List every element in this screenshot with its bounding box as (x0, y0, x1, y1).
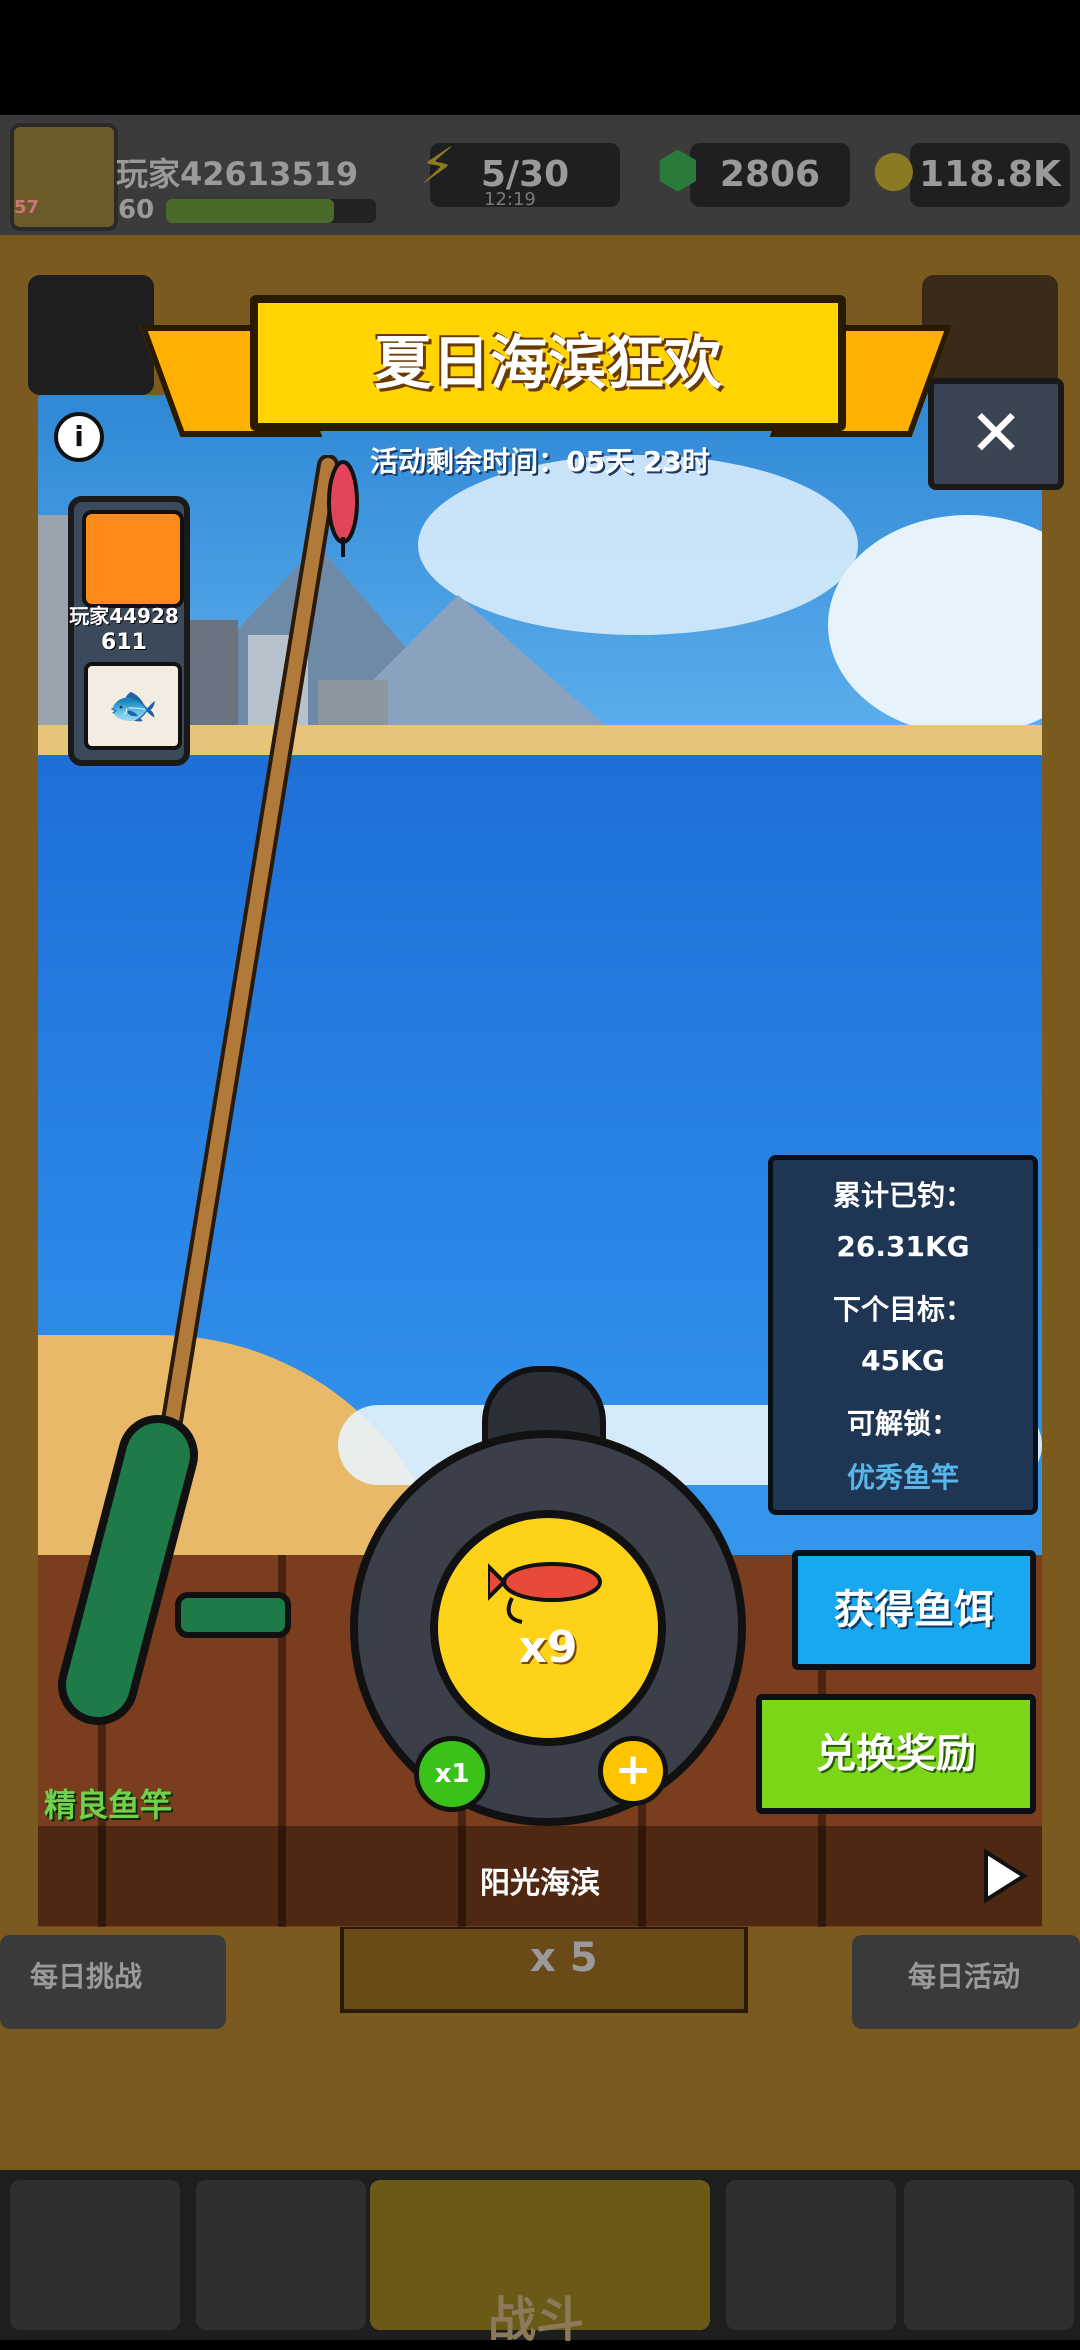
fish-book-icon: 🐟 (84, 662, 182, 750)
tab-evolution[interactable] (904, 2180, 1074, 2330)
xp-bar (166, 199, 376, 223)
multiplier-button[interactable]: x1 (414, 1736, 490, 1812)
status-bar (0, 0, 1080, 115)
location-name: 阳光海滨 (480, 1866, 600, 1901)
tab-talents[interactable] (726, 2180, 896, 2330)
coin-icon: ● (872, 139, 916, 197)
info-icon: i (74, 420, 84, 453)
target-label: 下个目标： (832, 1293, 973, 1326)
caught-value: 26.31KG (836, 1230, 970, 1263)
energy-timer: 12:19 (484, 189, 536, 210)
xp-fill (166, 199, 334, 223)
target-value: 45KG (861, 1344, 945, 1377)
event-timer: 活动剩余时间：05天 23时 (370, 445, 710, 478)
player-card-name: 玩家44928 (69, 604, 179, 628)
coins-value: 118.8K (919, 154, 1061, 195)
top-hud: 57 玩家42613519 60 5/30 ⚡ 12:19 2806 ⬢ 118… (0, 115, 1080, 235)
unlock-value: 优秀鱼竿 (846, 1461, 959, 1494)
menu-button[interactable] (28, 275, 154, 395)
bait-fish-icon (488, 1562, 602, 1624)
add-bait-button[interactable]: + (598, 1736, 668, 1806)
rod-name: 精良鱼竿 (44, 1786, 173, 1824)
gems-pill[interactable]: 2806 (690, 143, 850, 207)
player-name: 玩家42613519 (116, 155, 359, 193)
close-icon: ✕ (969, 397, 1023, 471)
tab-equipment[interactable] (196, 2180, 366, 2330)
player-level: 60 (118, 195, 155, 225)
title-banner: 夏日海滨狂欢 (139, 295, 953, 445)
info-button[interactable]: i (54, 412, 104, 462)
bg-left-label: 每日挑战 (30, 1960, 143, 1993)
player-card-avatar (82, 510, 184, 608)
energy-icon: ⚡ (420, 137, 456, 195)
bg-energy-cost-label: x 5 (530, 1935, 598, 1981)
gems-value: 2806 (719, 154, 821, 195)
get-bait-button[interactable]: 获得鱼饵 (792, 1550, 1036, 1670)
stats-panel: 累计已钓： 26.31KG 下个目标： 45KG 可解锁： 优秀鱼竿 (768, 1155, 1038, 1515)
tab-shop[interactable] (10, 2180, 180, 2330)
avatar-badge: 57 (14, 197, 40, 218)
close-button[interactable]: ✕ (928, 378, 1064, 490)
next-location-icon[interactable] (980, 1848, 1030, 1904)
bait-count: x9 (518, 1622, 578, 1673)
coins-pill[interactable]: 118.8K (910, 143, 1070, 207)
event-title: 夏日海滨狂欢 (250, 295, 846, 431)
gem-icon: ⬢ (656, 141, 700, 199)
player-card-score: 611 (101, 630, 147, 655)
bg-right-label: 每日活动 (908, 1960, 1021, 1993)
unlock-label: 可解锁： (846, 1407, 959, 1440)
caught-label: 累计已钓： (832, 1179, 973, 1212)
redeem-reward-button[interactable]: 兑换奖励 (756, 1694, 1036, 1814)
bottom-nav: 战斗 (0, 2170, 1080, 2348)
